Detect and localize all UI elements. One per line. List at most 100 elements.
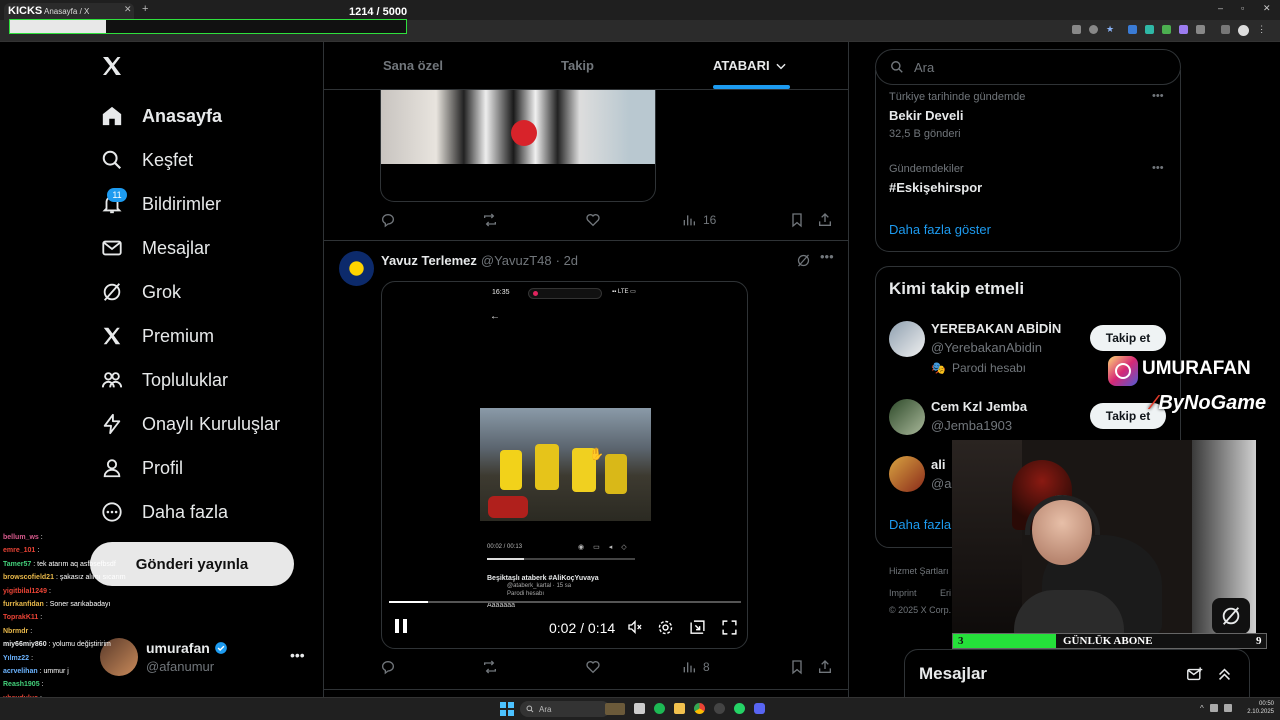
- spotify-icon[interactable]: [654, 703, 665, 714]
- tray-chevron-icon[interactable]: ^: [1200, 704, 1204, 713]
- extension-icon[interactable]: [1072, 25, 1081, 34]
- account-switcher[interactable]: umurafan: [146, 640, 228, 656]
- trend-title[interactable]: Bekir Develi: [889, 108, 963, 123]
- tweet-author-handle[interactable]: @YavuzT48: [481, 253, 552, 268]
- nav-item-communities[interactable]: Topluluklar: [100, 360, 228, 400]
- tweet-video-player[interactable]: 16:35 ▪▪ LTE ▭ ← 00:02 / 00:13 ◉▭◂◇ Beşi…: [381, 281, 748, 649]
- trend-more-icon[interactable]: •••: [1152, 162, 1164, 174]
- taskbar-search[interactable]: Ara: [520, 701, 610, 717]
- suggestion-name[interactable]: YEREBAKAN ABİDİN: [931, 321, 1061, 336]
- show-more-link[interactable]: Daha fazla göster: [889, 222, 991, 237]
- nav-item-grok[interactable]: Grok: [100, 272, 181, 312]
- extension-icon[interactable]: [1145, 25, 1155, 34]
- chat-text: :: [30, 627, 33, 635]
- bookmark-icon[interactable]: [789, 659, 817, 675]
- widgets-icon[interactable]: [605, 703, 625, 715]
- chrome-icon[interactable]: [694, 703, 705, 714]
- close-tab-icon[interactable]: ✕: [124, 4, 132, 15]
- pause-icon[interactable]: [394, 618, 408, 634]
- bookmark-icon[interactable]: [789, 212, 817, 228]
- x-logo-icon[interactable]: [100, 54, 124, 78]
- follow-button[interactable]: Takip et: [1090, 325, 1166, 351]
- new-message-icon[interactable]: [1186, 666, 1203, 683]
- tweet-more-icon[interactable]: •••: [820, 249, 834, 264]
- nav-item-premium[interactable]: Premium: [100, 316, 214, 356]
- grok-icon[interactable]: [796, 253, 811, 268]
- window-close-icon[interactable]: ✕: [1263, 3, 1271, 14]
- nav-item-more[interactable]: Daha fazla: [100, 492, 228, 532]
- zoom-icon[interactable]: [1089, 25, 1098, 34]
- whatsapp-icon[interactable]: [734, 703, 745, 714]
- instagram-handle: UMURAFAN: [1142, 358, 1251, 379]
- chat-message: bellum_ws:: [3, 531, 43, 544]
- tweet-media-card[interactable]: [380, 90, 656, 202]
- fullscreen-icon[interactable]: [721, 619, 738, 636]
- mouse-cursor-icon: ✋: [589, 447, 604, 461]
- tweet-timestamp[interactable]: · 2d: [556, 253, 578, 268]
- expand-drawer-icon[interactable]: [1216, 666, 1233, 683]
- network-icon[interactable]: [1209, 704, 1218, 712]
- suggestion-name[interactable]: ali: [931, 457, 945, 472]
- video-progress-bar[interactable]: [389, 601, 741, 603]
- suggestion-name[interactable]: Cem Kzl Jemba: [931, 399, 1027, 414]
- profile-avatar[interactable]: [1238, 25, 1250, 36]
- share-icon[interactable]: [817, 212, 833, 228]
- nav-item-profile[interactable]: Profil: [100, 448, 183, 488]
- windows-start-icon[interactable]: [500, 702, 514, 716]
- inner-dynamic-island: [528, 288, 602, 299]
- sponsor-logo: ⁄ ByNoGame: [1152, 392, 1266, 415]
- grok-icon: [1220, 605, 1242, 627]
- inner-parody-label: Parodi hesabı: [507, 591, 545, 597]
- account-more-icon[interactable]: •••: [290, 647, 305, 663]
- tweet-author-avatar[interactable]: [339, 251, 374, 286]
- file-explorer-icon[interactable]: [674, 703, 685, 714]
- taskbar-clock[interactable]: 00:50 2.10.2025: [1244, 700, 1274, 716]
- nav-item-explore[interactable]: Keşfet: [100, 140, 193, 180]
- extensions-puzzle-icon[interactable]: [1196, 25, 1206, 34]
- pip-icon[interactable]: [689, 619, 706, 636]
- mute-icon[interactable]: [626, 619, 644, 635]
- views-button[interactable]: 8: [681, 659, 789, 675]
- suggestion-avatar[interactable]: [889, 456, 925, 492]
- suggestion-avatar[interactable]: [889, 399, 925, 435]
- suggestion-avatar[interactable]: [889, 321, 925, 357]
- tweet-header: Yavuz Terlemez @YavuzT48 · 2d: [381, 253, 578, 268]
- extension-icon[interactable]: [1162, 25, 1172, 34]
- retweet-icon[interactable]: [482, 659, 585, 675]
- nav-item-messages[interactable]: Mesajlar: [100, 228, 210, 268]
- tab-list-atabari[interactable]: ATABARI: [713, 58, 788, 73]
- tab-following[interactable]: Takip: [561, 58, 594, 73]
- reply-icon[interactable]: [380, 659, 482, 675]
- app-icon[interactable]: [714, 703, 725, 714]
- bookmark-star-icon[interactable]: ★: [1106, 25, 1114, 36]
- share-icon[interactable]: [817, 659, 833, 675]
- extension-icon[interactable]: [1221, 25, 1231, 34]
- footer-link[interactable]: Eri: [940, 588, 951, 598]
- task-view-icon[interactable]: [634, 703, 645, 714]
- minimize-icon[interactable]: –: [1218, 3, 1223, 13]
- browser-menu-icon[interactable]: ⋮: [1257, 25, 1266, 36]
- views-button[interactable]: 16: [681, 212, 789, 228]
- grok-badge[interactable]: [1212, 598, 1250, 634]
- discord-icon[interactable]: [754, 703, 765, 714]
- like-icon[interactable]: [585, 212, 681, 228]
- new-tab-icon[interactable]: +: [142, 3, 148, 15]
- reply-icon[interactable]: [380, 212, 482, 228]
- retweet-icon[interactable]: [482, 212, 585, 228]
- extension-icon[interactable]: [1179, 25, 1189, 34]
- extension-icon[interactable]: [1128, 25, 1138, 34]
- trend-title[interactable]: #Eskişehirspor: [889, 180, 982, 195]
- like-icon[interactable]: [585, 659, 681, 675]
- footer-link[interactable]: Imprint: [889, 588, 917, 598]
- settings-gear-icon[interactable]: [657, 619, 674, 636]
- nav-item-verified-orgs[interactable]: Onaylı Kuruluşlar: [100, 404, 280, 444]
- tweet-photo[interactable]: [381, 90, 655, 164]
- nav-item-home[interactable]: Anasayfa: [100, 96, 222, 136]
- trend-more-icon[interactable]: •••: [1152, 90, 1164, 102]
- tweet-author-name[interactable]: Yavuz Terlemez: [381, 253, 477, 268]
- maximize-icon[interactable]: ▫: [1241, 3, 1244, 13]
- volume-icon[interactable]: [1223, 704, 1232, 712]
- footer-link[interactable]: Hizmet Şartları: [889, 566, 949, 576]
- show-more-link[interactable]: Daha fazla: [889, 517, 951, 532]
- tab-for-you[interactable]: Sana özel: [383, 58, 443, 73]
